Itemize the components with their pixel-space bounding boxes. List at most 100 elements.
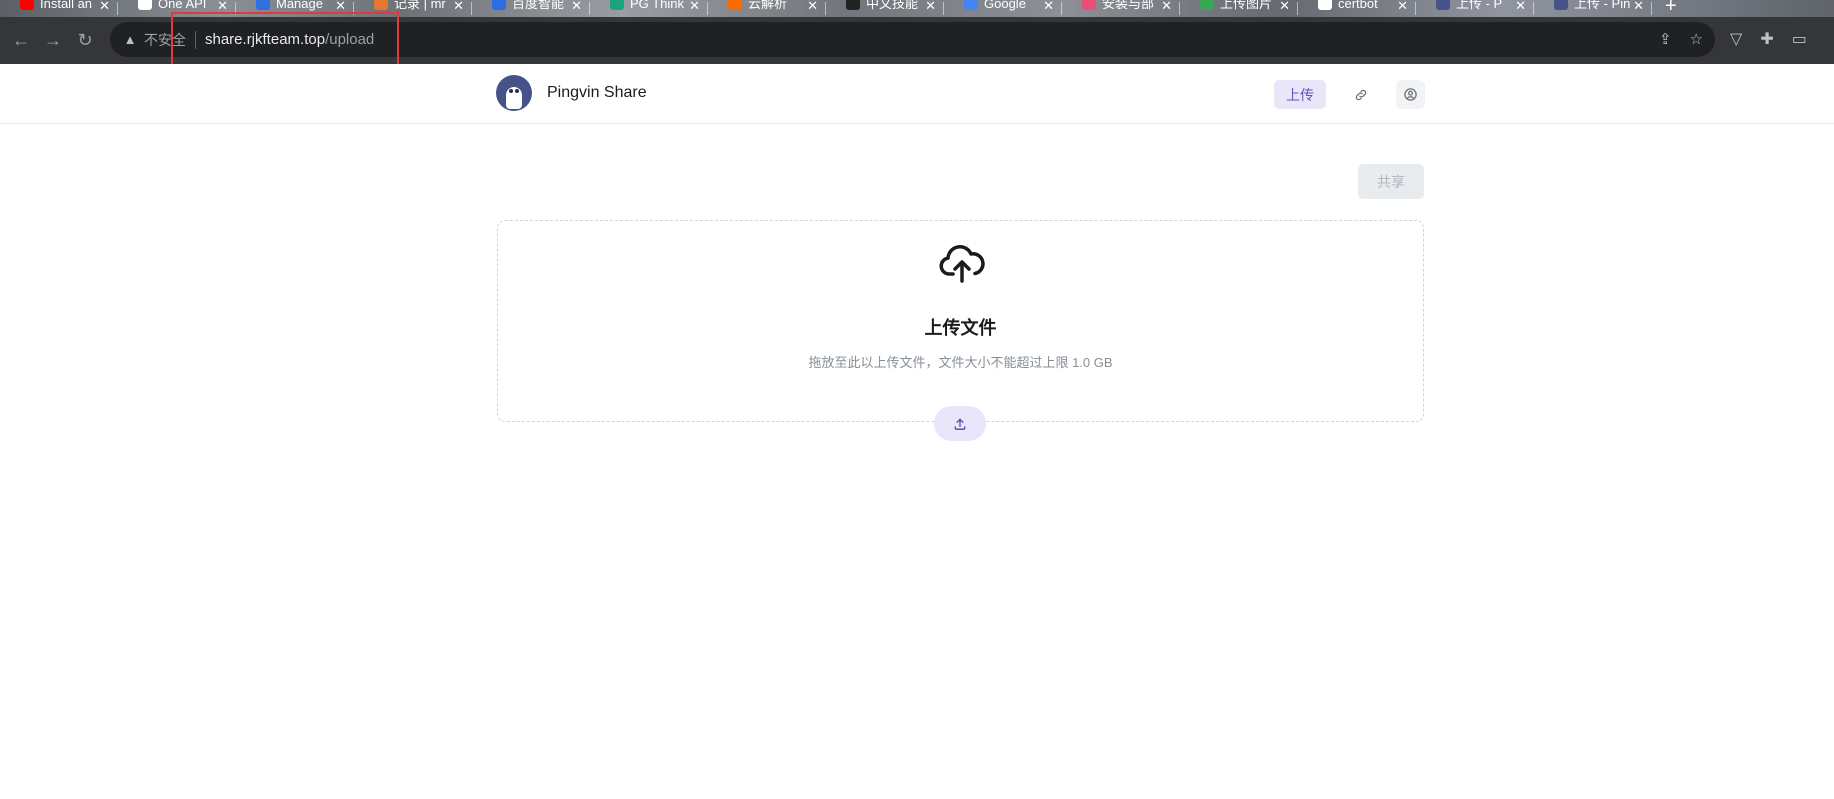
tab-favicon-icon	[1082, 0, 1096, 10]
extensions-puzzle-icon[interactable]: ✚	[1760, 29, 1773, 49]
tab-label: certbot	[1338, 0, 1378, 11]
tab-favicon-icon	[256, 0, 270, 10]
tab-separator	[1297, 2, 1298, 15]
tab-favicon-icon	[1200, 0, 1214, 10]
url-path[interactable]: /upload	[325, 31, 374, 48]
tab-separator	[353, 2, 354, 15]
tab-separator	[707, 2, 708, 15]
browser-tab[interactable]: 上传 - Pin ✕	[1534, 0, 1652, 17]
tab-favicon-icon	[1554, 0, 1568, 10]
forward-icon[interactable]: →	[42, 29, 64, 51]
brand-name[interactable]: Pingvin Share	[547, 84, 647, 102]
tab-close-icon[interactable]: ✕	[1633, 0, 1644, 14]
tab-close-icon[interactable]: ✕	[335, 0, 346, 14]
share-page-icon[interactable]: ⇪	[1659, 30, 1672, 48]
tab-favicon-icon	[138, 0, 152, 10]
side-panel-icon[interactable]: ▭	[1792, 29, 1807, 49]
tab-favicon-icon	[20, 0, 34, 10]
browser-tab[interactable]: Manage ✕	[236, 0, 354, 17]
tab-close-icon[interactable]: ✕	[1043, 0, 1054, 14]
tab-favicon-icon	[492, 0, 506, 10]
app-header: Pingvin Share 上传	[0, 64, 1834, 124]
tab-separator	[117, 2, 118, 15]
pingvin-logo-icon[interactable]	[496, 75, 532, 111]
tab-close-icon[interactable]: ✕	[1397, 0, 1408, 14]
tab-favicon-icon	[728, 0, 742, 10]
tab-label: 记录 | mr	[394, 0, 446, 11]
tab-separator	[1415, 2, 1416, 15]
dropzone-subtitle: 拖放至此以上传文件，文件大小不能超过上限 1.0 GB	[808, 355, 1113, 370]
tab-close-icon[interactable]: ✕	[571, 0, 582, 14]
tab-separator	[589, 2, 590, 15]
tab-label: 上传 - Pin	[1574, 0, 1631, 11]
warning-icon: ▲	[123, 32, 137, 47]
tab-label: 安装与部	[1102, 0, 1155, 11]
upload-icon	[954, 418, 966, 430]
tab-separator	[825, 2, 826, 15]
tab-close-icon[interactable]: ✕	[1279, 0, 1290, 14]
tab-favicon-icon	[846, 0, 860, 10]
insecure-label: 不安全	[144, 31, 186, 48]
tab-separator	[943, 2, 944, 15]
tab-favicon-icon	[374, 0, 388, 10]
tab-label: Google	[984, 0, 1026, 11]
tab-favicon-icon	[610, 0, 624, 10]
tab-label: 百度智能	[512, 0, 565, 11]
tab-close-icon[interactable]: ✕	[1161, 0, 1172, 14]
browser-tab[interactable]: 百度智能 ✕	[472, 0, 590, 17]
browser-tab[interactable]: 记录 | mr ✕	[354, 0, 472, 17]
tab-label: 上传 - P	[1456, 0, 1503, 11]
browser-tab[interactable]: certbot ✕	[1298, 0, 1416, 17]
tab-favicon-icon	[964, 0, 978, 10]
tab-label: Manage	[276, 0, 323, 11]
browser-tab[interactable]: Google ✕	[944, 0, 1062, 17]
extension-v-icon[interactable]: ▽	[1730, 29, 1742, 49]
browser-tab[interactable]: Install an ✕	[0, 0, 118, 17]
link-icon[interactable]	[1346, 80, 1375, 109]
tab-favicon-icon	[1436, 0, 1450, 10]
reload-icon[interactable]: ↻	[74, 29, 96, 51]
tab-separator	[1061, 2, 1062, 15]
browser-tab[interactable]: 上传图片 ✕	[1180, 0, 1298, 17]
tab-close-icon[interactable]: ✕	[99, 0, 110, 14]
new-tab-button[interactable]: +	[1665, 0, 1677, 17]
upload-files-button[interactable]	[934, 406, 986, 441]
tab-separator	[1651, 2, 1652, 15]
browser-tab[interactable]: One API ✕	[118, 0, 236, 17]
tab-close-icon[interactable]: ✕	[689, 0, 700, 14]
tab-label: One API	[158, 0, 207, 11]
tab-separator	[235, 2, 236, 15]
tab-label: 云解析	[748, 0, 788, 11]
browser-tab[interactable]: 中文技能 ✕	[826, 0, 944, 17]
cloud-upload-icon	[939, 245, 985, 283]
browser-tab[interactable]: 安装与部 ✕	[1062, 0, 1180, 17]
file-dropzone[interactable]: 上传文件 拖放至此以上传文件，文件大小不能超过上限 1.0 GB	[497, 220, 1424, 422]
browser-tab[interactable]: 上传 - P ✕	[1416, 0, 1534, 17]
share-button[interactable]: 共享	[1358, 164, 1424, 199]
browser-tab-strip: 上传 - Pin ✕ 上传 - P ✕ certbot ✕ 上传图片 ✕ 安装与部 ✕ Google…	[0, 0, 1834, 17]
tab-label: Install an	[40, 0, 93, 11]
tab-close-icon[interactable]: ✕	[453, 0, 464, 14]
browser-toolbar: ← → ↻ ▲ 不安全 share.rjkfteam.top /upload ⇪…	[0, 17, 1834, 64]
omnibox-divider	[195, 30, 196, 49]
user-icon[interactable]	[1396, 80, 1425, 109]
bookmark-star-icon[interactable]: ☆	[1690, 30, 1703, 48]
browser-tab[interactable]: PG Think ✕	[590, 0, 708, 17]
back-icon[interactable]: ←	[10, 29, 32, 51]
tab-close-icon[interactable]: ✕	[925, 0, 936, 14]
tab-separator	[1533, 2, 1534, 15]
tab-label: 中文技能	[866, 0, 919, 11]
dropzone-title: 上传文件	[924, 318, 997, 338]
browser-tab[interactable]: 云解析 ✕	[708, 0, 826, 17]
tab-separator	[1179, 2, 1180, 15]
tab-label: 上传图片	[1220, 0, 1273, 11]
tab-separator	[471, 2, 472, 15]
tab-close-icon[interactable]: ✕	[807, 0, 818, 14]
tab-favicon-icon	[1318, 0, 1332, 10]
tab-close-icon[interactable]: ✕	[1515, 0, 1526, 14]
tab-label: PG Think	[630, 0, 684, 11]
tab-close-icon[interactable]: ✕	[217, 0, 228, 14]
address-bar[interactable]: ▲ 不安全 share.rjkfteam.top /upload ⇪ ☆	[110, 22, 1715, 57]
nav-upload-button[interactable]: 上传	[1274, 80, 1326, 109]
url-host[interactable]: share.rjkfteam.top	[205, 31, 325, 48]
